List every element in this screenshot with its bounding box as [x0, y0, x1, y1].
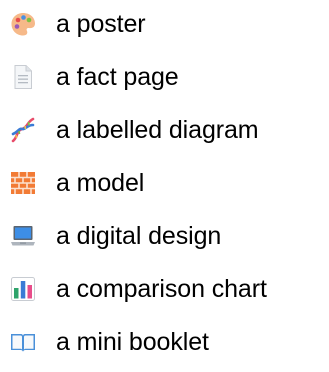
palette-icon: [10, 11, 36, 37]
list-item-model: a model: [10, 163, 144, 203]
list-item-label: a model: [56, 169, 145, 197]
list-item-digital-design: a digital design: [10, 216, 221, 256]
list-item-label: a poster: [56, 10, 146, 38]
list-item-comparison-chart: a comparison chart: [10, 269, 267, 309]
bricks-icon: [10, 170, 36, 196]
list-item-poster: a poster: [10, 4, 146, 44]
laptop-icon: [10, 223, 36, 249]
bar-chart-icon: [10, 276, 36, 302]
list-item-label: a labelled diagram: [56, 116, 259, 144]
page-facing-up-icon: [10, 64, 36, 90]
open-book-icon: [10, 329, 36, 355]
list-item-labelled-diagram: a labelled diagram: [10, 110, 259, 150]
list-item-label: a digital design: [56, 222, 222, 250]
list-item-mini-booklet: a mini booklet: [10, 322, 209, 362]
dna-icon: [10, 117, 36, 143]
list-item-label: a fact page: [56, 63, 179, 91]
list-item-label: a comparison chart: [56, 275, 267, 303]
list-item-label: a mini booklet: [56, 328, 209, 356]
list-item-fact-page: a fact page: [10, 57, 179, 97]
output-options-list: a poster a fact page a labelled diagram …: [0, 0, 329, 372]
